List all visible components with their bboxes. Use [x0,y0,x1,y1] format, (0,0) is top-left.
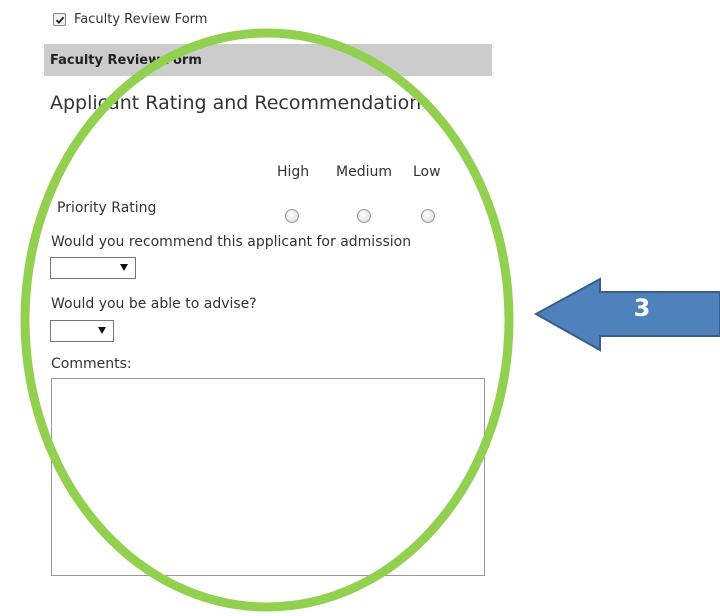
recommend-label: Would you recommend this applicant for a… [51,234,412,250]
rating-column-headers: High Medium Low [0,164,720,184]
radio-high[interactable] [285,209,299,223]
advise-label: Would you be able to advise? [51,296,257,312]
chevron-down-icon [98,327,106,334]
radio-medium[interactable] [357,209,371,223]
callout-number: 3 [633,294,651,322]
rating-header-high: High [277,164,310,180]
recommend-select[interactable] [50,257,136,279]
comments-textarea[interactable] [51,378,485,576]
faculty-review-toggle[interactable]: Faculty Review Form [53,12,207,27]
checkmark-icon [55,16,64,24]
rating-header-low: Low [413,164,441,180]
checkbox[interactable] [53,13,66,26]
advise-select[interactable] [50,320,114,342]
section-title: Faculty Review Form [50,52,202,68]
comments-label: Comments: [51,356,132,372]
radio-low[interactable] [421,209,435,223]
page: Faculty Review Form Faculty Review Form … [0,0,720,616]
priority-rating-label: Priority Rating [57,200,157,216]
chevron-down-icon [120,264,128,271]
checkbox-label: Faculty Review Form [74,12,208,27]
rating-header-medium: Medium [336,164,392,180]
section-header: Faculty Review Form [44,44,492,76]
form-heading: Applicant Rating and Recommendation [50,92,422,114]
